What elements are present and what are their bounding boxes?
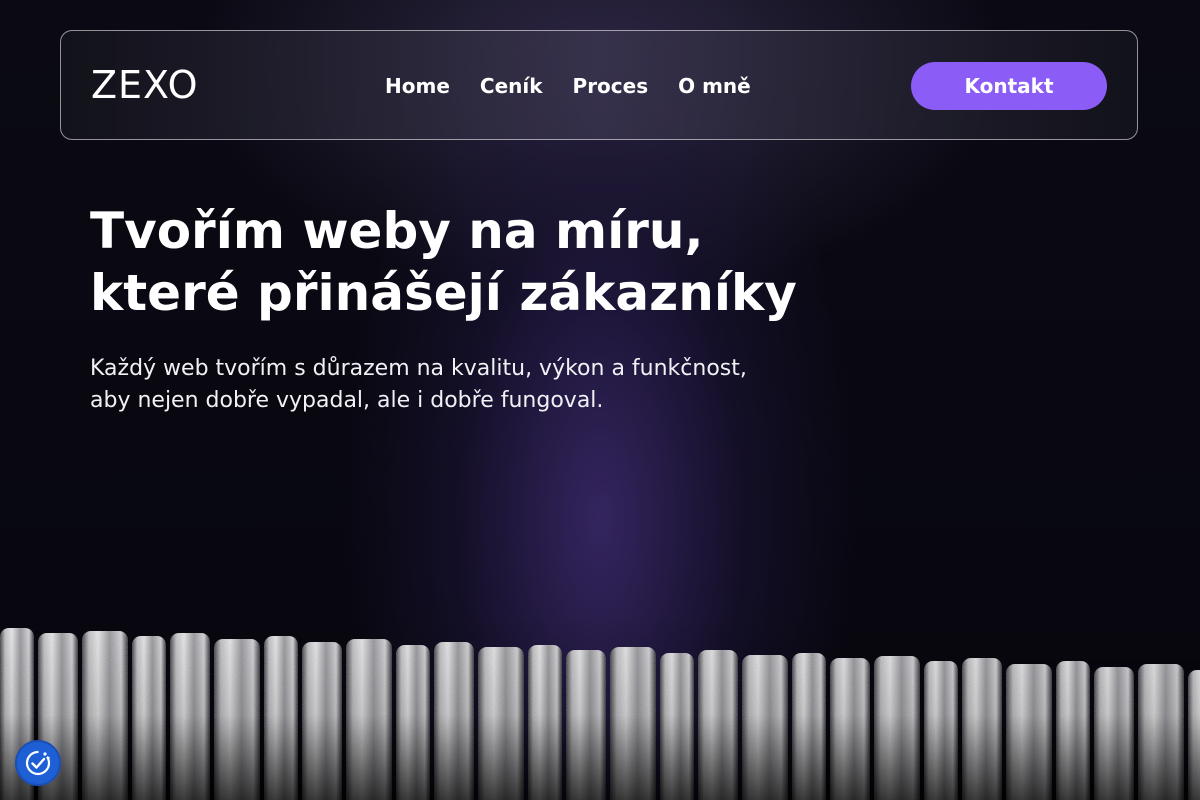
site-logo[interactable]: ZEXO [91, 65, 199, 105]
nav-item-home[interactable]: Home [385, 74, 450, 98]
contact-button[interactable]: Kontakt [911, 62, 1107, 110]
nav-item-cenik[interactable]: Ceník [480, 74, 543, 98]
hero-title-line-2: které přinášejí zákazníky [90, 264, 797, 322]
main-nav: Home Ceník Proces O mně [385, 74, 751, 98]
metallic-slabs-image [0, 610, 1200, 800]
cookie-consent-check-icon [25, 750, 51, 776]
nav-item-proces[interactable]: Proces [573, 74, 649, 98]
nav-item-o-mne[interactable]: O mně [678, 74, 751, 98]
hero-title: Tvořím weby na míru, které přinášejí zák… [90, 200, 797, 324]
hero-subtitle-line-1: Každý web tvořím s důrazem na kvalitu, v… [90, 356, 747, 381]
hero-subtitle: Každý web tvořím s důrazem na kvalitu, v… [90, 353, 747, 417]
site-header: ZEXO Home Ceník Proces O mně Kontakt [60, 30, 1138, 140]
hero-title-line-1: Tvořím weby na míru, [90, 202, 704, 260]
cookie-consent-button[interactable] [15, 740, 61, 786]
hero-subtitle-line-2: aby nejen dobře vypadal, ale i dobře fun… [90, 388, 604, 413]
